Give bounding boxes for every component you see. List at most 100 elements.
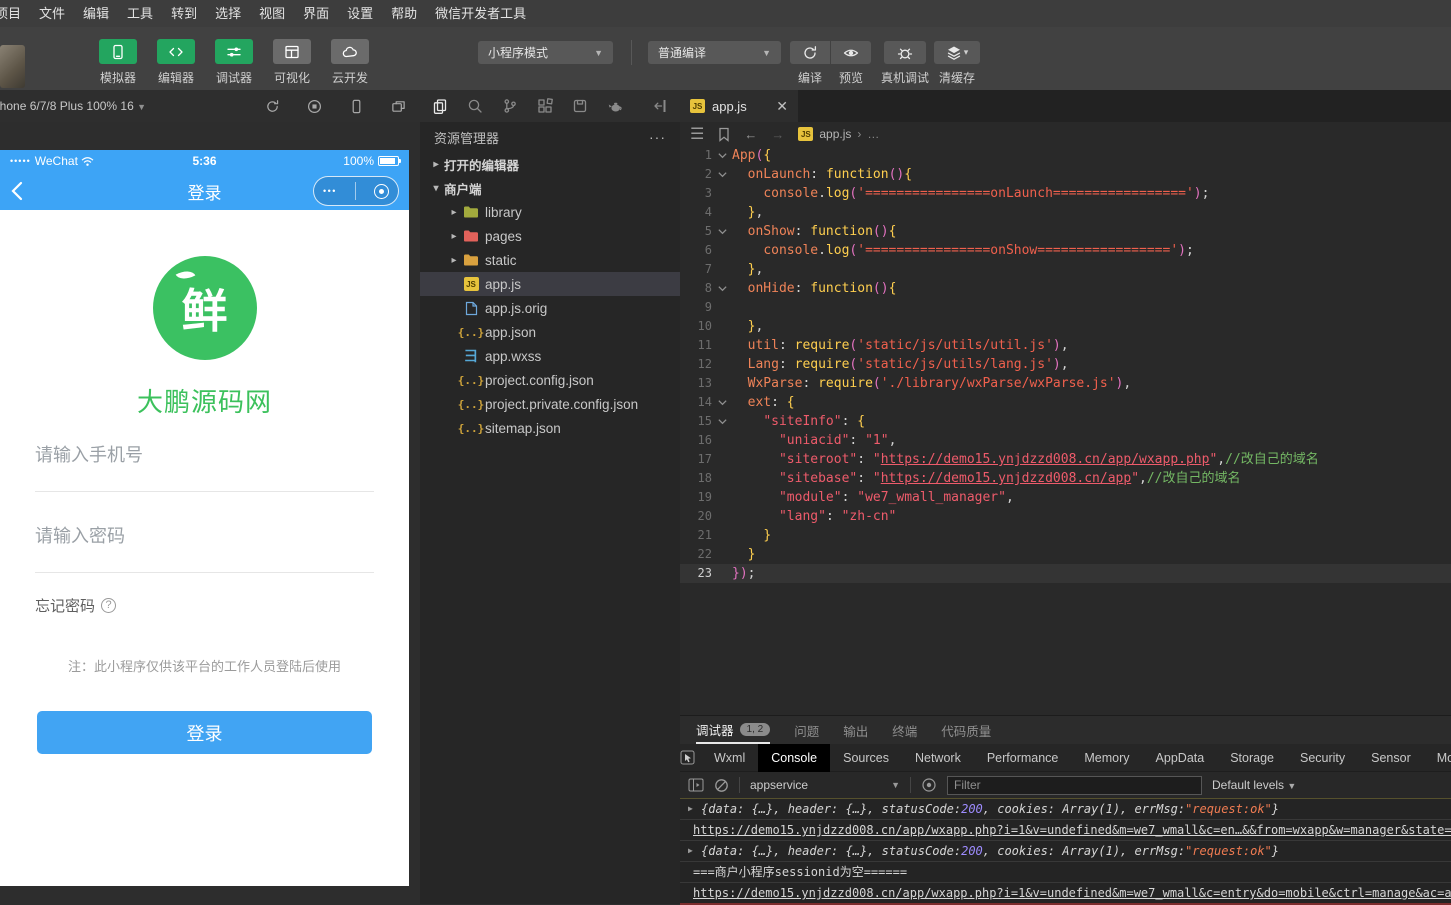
sidebar-toggle-icon[interactable] bbox=[688, 778, 704, 792]
code-line[interactable]: 22 } bbox=[680, 545, 1451, 564]
tree-item-打开的编辑器[interactable]: ▸打开的编辑器 bbox=[420, 152, 680, 176]
code-line[interactable]: 12 Lang: require('static/js/utils/lang.j… bbox=[680, 355, 1451, 374]
code-line[interactable]: 7 }, bbox=[680, 260, 1451, 279]
menu-item-项目[interactable]: 项目 bbox=[0, 0, 30, 27]
code-line[interactable]: 21 } bbox=[680, 526, 1451, 545]
code-line[interactable]: 1App({ bbox=[680, 146, 1451, 165]
windows-icon[interactable] bbox=[391, 99, 406, 114]
tree-item-app.js[interactable]: JSapp.js bbox=[420, 272, 680, 296]
toolbar-button-可视化[interactable]: 可视化 bbox=[268, 39, 316, 86]
home-button[interactable] bbox=[374, 184, 389, 199]
tree-item-app.js.orig[interactable]: app.js.orig bbox=[420, 296, 680, 320]
more-actions-icon[interactable]: ··· bbox=[649, 129, 666, 145]
devtools-tab-Sources[interactable]: Sources bbox=[830, 744, 902, 772]
code-line[interactable]: 23}); bbox=[680, 564, 1451, 583]
tree-item-static[interactable]: ▸static bbox=[420, 248, 680, 272]
code-line[interactable]: 16 "uniacid": "1", bbox=[680, 431, 1451, 450]
action-button-编译[interactable] bbox=[790, 41, 830, 64]
code-line[interactable]: 8 onHide: function(){ bbox=[680, 279, 1451, 298]
tab-appjs[interactable]: JS app.js ✕ bbox=[680, 90, 798, 122]
devtools-tab-Mock[interactable]: Mock bbox=[1424, 744, 1451, 772]
fold-icon[interactable] bbox=[712, 279, 732, 298]
tree-item-pages[interactable]: ▸pages bbox=[420, 224, 680, 248]
code-line[interactable]: 10 }, bbox=[680, 317, 1451, 336]
tree-item-project.private.config.json[interactable]: {..}project.private.config.json bbox=[420, 392, 680, 416]
devtools-tab-Performance[interactable]: Performance bbox=[974, 744, 1072, 772]
menu-item-界面[interactable]: 界面 bbox=[294, 0, 338, 27]
tree-item-app.json[interactable]: {..}app.json bbox=[420, 320, 680, 344]
save-icon[interactable] bbox=[572, 98, 588, 114]
fold-icon[interactable] bbox=[712, 393, 732, 412]
eye-icon[interactable] bbox=[921, 777, 937, 793]
code-line[interactable]: 5 onShow: function(){ bbox=[680, 222, 1451, 241]
devtools-tab-Network[interactable]: Network bbox=[902, 744, 974, 772]
menu-item-视图[interactable]: 视图 bbox=[250, 0, 294, 27]
debugger-tab-终端[interactable]: 终端 bbox=[892, 716, 917, 744]
code-editor[interactable]: 1App({2 onLaunch: function(){3 console.l… bbox=[680, 146, 1451, 715]
debugger-tab-代码质量[interactable]: 代码质量 bbox=[941, 716, 991, 744]
user-avatar[interactable] bbox=[0, 45, 25, 88]
search-icon[interactable] bbox=[467, 98, 483, 114]
nav-forward-icon[interactable]: → bbox=[771, 127, 784, 142]
menu-item-转到[interactable]: 转到 bbox=[162, 0, 206, 27]
console-link[interactable]: https://demo15.ynjdzzd008.cn/app/wxapp.p… bbox=[693, 820, 1451, 840]
inspect-icon[interactable] bbox=[680, 750, 695, 765]
debugger-tab-输出[interactable]: 输出 bbox=[843, 716, 868, 744]
code-line[interactable]: 9 bbox=[680, 298, 1451, 317]
menu-item-微信开发者工具[interactable]: 微信开发者工具 bbox=[426, 0, 535, 27]
code-line[interactable]: 2 onLaunch: function(){ bbox=[680, 165, 1451, 184]
more-button[interactable]: ••• bbox=[323, 186, 337, 196]
menu-item-帮助[interactable]: 帮助 bbox=[382, 0, 426, 27]
code-line[interactable]: 3 console.log('================onLaunch=… bbox=[680, 184, 1451, 203]
mode-select[interactable]: 小程序模式 ▼ bbox=[478, 41, 613, 64]
code-line[interactable]: 6 console.log('================onShow===… bbox=[680, 241, 1451, 260]
fold-icon[interactable] bbox=[712, 165, 732, 184]
log-levels-select[interactable]: Default levels ▼ bbox=[1212, 778, 1296, 792]
code-line[interactable]: 15 "siteInfo": { bbox=[680, 412, 1451, 431]
code-line[interactable]: 4 }, bbox=[680, 203, 1451, 222]
devtools-tab-Console[interactable]: Console bbox=[758, 744, 830, 772]
nav-back-icon[interactable]: ← bbox=[744, 127, 757, 142]
menu-item-编辑[interactable]: 编辑 bbox=[74, 0, 118, 27]
menu-item-工具[interactable]: 工具 bbox=[118, 0, 162, 27]
filter-input[interactable] bbox=[947, 776, 1202, 795]
breadcrumb-more[interactable]: … bbox=[867, 127, 879, 141]
code-line[interactable]: 20 "lang": "zh-cn" bbox=[680, 507, 1451, 526]
context-select[interactable]: appservice ▼ bbox=[750, 778, 900, 792]
debugger-tab-问题[interactable]: 问题 bbox=[794, 716, 819, 744]
tree-item-library[interactable]: ▸library bbox=[420, 200, 680, 224]
bookmark-icon[interactable] bbox=[718, 127, 730, 142]
tree-item-app.wxss[interactable]: 彐app.wxss bbox=[420, 344, 680, 368]
code-line[interactable]: 11 util: require('static/js/utils/util.j… bbox=[680, 336, 1451, 355]
fold-icon[interactable] bbox=[712, 222, 732, 241]
menu-item-文件[interactable]: 文件 bbox=[30, 0, 74, 27]
menu-item-设置[interactable]: 设置 bbox=[338, 0, 382, 27]
fold-icon[interactable] bbox=[712, 146, 732, 165]
devtools-tab-Wxml[interactable]: Wxml bbox=[701, 744, 758, 772]
expand-icon[interactable]: ▶ bbox=[688, 799, 701, 819]
password-input[interactable]: 请输入密码 bbox=[35, 492, 374, 573]
login-button[interactable]: 登录 bbox=[37, 711, 372, 754]
fold-icon[interactable] bbox=[712, 412, 732, 431]
action-button-真机调试[interactable] bbox=[884, 41, 926, 64]
branch-icon[interactable] bbox=[502, 98, 518, 114]
stop-icon[interactable] bbox=[307, 99, 322, 114]
devtools-tab-Storage[interactable]: Storage bbox=[1217, 744, 1287, 772]
toolbar-button-模拟器[interactable]: 模拟器 bbox=[94, 39, 142, 86]
outline-menu-icon[interactable]: ☰ bbox=[690, 124, 704, 144]
console-link[interactable]: https://demo15.ynjdzzd008.cn/app/wxapp.p… bbox=[693, 883, 1451, 903]
collapse-sidebar-icon[interactable] bbox=[652, 98, 668, 114]
debugger-tab-调试器[interactable]: 调试器1, 2 bbox=[696, 716, 770, 744]
devtools-tab-AppData[interactable]: AppData bbox=[1143, 744, 1218, 772]
code-line[interactable]: 18 "sitebase": "https://demo15.ynjdzzd00… bbox=[680, 469, 1451, 488]
blocks-icon[interactable] bbox=[537, 98, 553, 114]
code-line[interactable]: 19 "module": "we7_wmall_manager", bbox=[680, 488, 1451, 507]
toolbar-button-云开发[interactable]: 云开发 bbox=[326, 39, 374, 86]
expand-icon[interactable]: ▶ bbox=[688, 841, 701, 861]
clear-console-icon[interactable] bbox=[714, 778, 729, 793]
tree-item-sitemap.json[interactable]: {..}sitemap.json bbox=[420, 416, 680, 440]
code-line[interactable]: 14 ext: { bbox=[680, 393, 1451, 412]
refresh-icon[interactable] bbox=[265, 99, 280, 114]
action-button-预览[interactable] bbox=[831, 41, 871, 64]
devtools-tab-Memory[interactable]: Memory bbox=[1071, 744, 1142, 772]
